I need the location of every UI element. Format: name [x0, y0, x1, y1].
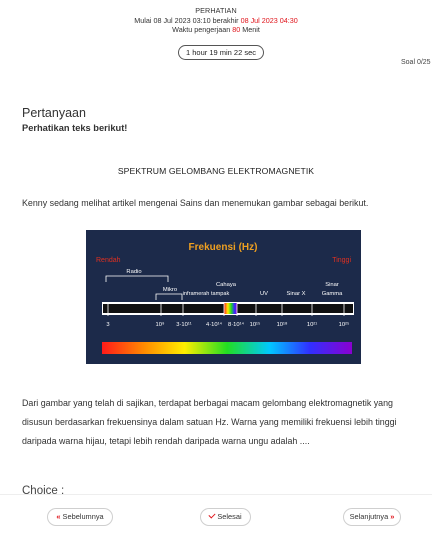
- end-time: 08 Jul 2023 04:30: [240, 15, 298, 25]
- spectrum-image: Frekuensi (Hz) Rendah Tinggi Radio Mikro…: [86, 230, 361, 364]
- next-button-label: Selanjutnya: [349, 512, 389, 521]
- previous-button[interactable]: « Sebelumnya: [47, 508, 113, 526]
- tick-label: 10²¹: [307, 322, 317, 328]
- double-right-arrow-icon: »: [390, 512, 395, 521]
- header-title: PERHATIAN: [195, 6, 237, 15]
- band-gamma-line2: Gamma: [322, 291, 343, 297]
- band-radio: Radio: [126, 269, 141, 275]
- label-high: Tinggi: [332, 257, 351, 264]
- previous-button-label: Sebelumnya: [62, 512, 104, 521]
- question-instruction: Perhatikan teks berikut!: [22, 123, 128, 133]
- band-uv: UV: [260, 291, 268, 297]
- spectrum-title: Frekuensi (Hz): [189, 242, 258, 253]
- double-left-arrow-icon: «: [56, 512, 61, 521]
- header-duration: Waktu pengerjaan 80 Menit: [172, 25, 260, 35]
- header-schedule: Mulai 08 Jul 2023 03:10 berakhir 08 Jul …: [134, 15, 298, 25]
- band-gamma-line1: Sinar: [325, 282, 339, 288]
- rainbow-gradient-bar: [102, 342, 352, 354]
- tick-label: 8·10¹⁴: [228, 321, 245, 328]
- text-heading: SPEKTRUM GELOMBANG ELEKTROMAGNETIK: [117, 166, 315, 176]
- spectrum-diagram: Frekuensi (Hz) Rendah Tinggi Radio Mikro…: [96, 242, 354, 354]
- countdown-timer: 1 hour 19 min 22 sec: [178, 45, 264, 60]
- band-visible: Cahaya: [216, 282, 237, 288]
- band-infra-visible: inframerah tampak: [183, 291, 230, 297]
- exam-header: PERHATIAN Mulai 08 Jul 2023 03:10 berakh…: [0, 6, 432, 35]
- intro-paragraph: Kenny sedang melihat artikel mengenai Sa…: [22, 198, 369, 208]
- tick-label: 4·10¹⁴: [206, 321, 223, 328]
- next-button[interactable]: Selanjutnya »: [343, 508, 401, 526]
- question-body: Dari gambar yang telah di sajikan, terda…: [22, 398, 397, 446]
- question-title: Pertanyaan: [22, 106, 86, 120]
- question-counter: Soal 0/25: [401, 59, 431, 66]
- tick-label: 3: [106, 322, 109, 328]
- finish-button-label: Selesai: [217, 512, 242, 521]
- check-icon: [208, 511, 216, 519]
- label-low: Rendah: [96, 257, 121, 264]
- tick-label: 10²⁵: [339, 321, 350, 328]
- finish-button[interactable]: Selesai: [200, 508, 251, 526]
- band-micro: Mikro: [163, 287, 177, 293]
- tick-label: 3·10¹¹: [176, 322, 192, 328]
- start-time: 08 Jul 2023 03:10: [153, 15, 211, 25]
- tick-label: 10¹⁸: [277, 321, 288, 328]
- tick-label: 10⁹: [156, 321, 165, 328]
- tick-label: 10¹⁵: [250, 321, 261, 328]
- band-xray: Sinar X: [286, 291, 305, 297]
- visible-band-segment: [224, 303, 237, 314]
